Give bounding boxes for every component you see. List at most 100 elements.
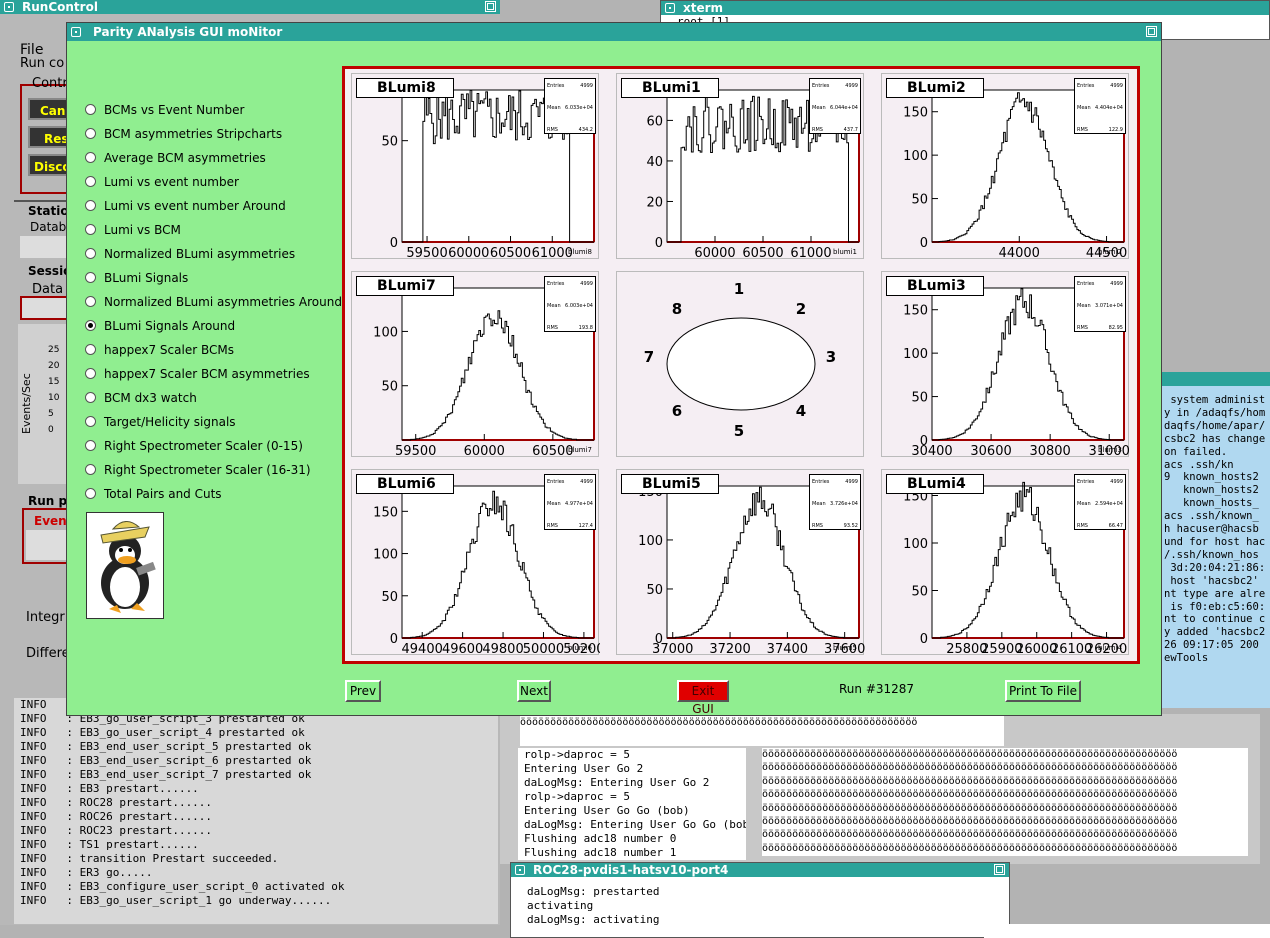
radio-option[interactable]: BLumi Signals: [85, 271, 188, 285]
radio-button-icon[interactable]: [85, 416, 96, 427]
log-line: daLogMsg: activating: [527, 913, 660, 926]
x-tick-label: 61000: [790, 246, 831, 260]
window-menu-icon[interactable]: [515, 865, 525, 875]
x-tick-label: 44000: [999, 246, 1040, 260]
radio-button-icon[interactable]: [85, 344, 96, 355]
window-menu-icon[interactable]: [4, 2, 14, 12]
integr-label: Integr: [26, 610, 65, 625]
stats-value: 437.7: [843, 127, 858, 133]
window-menu-icon[interactable]: [71, 27, 81, 37]
log-line: INFO : transition Prestart succeeded.: [20, 852, 279, 865]
radio-button-icon[interactable]: [85, 296, 96, 307]
radio-button-icon[interactable]: [85, 200, 96, 211]
pan-title-bar[interactable]: Parity ANalysis GUI moNitor: [67, 23, 1161, 41]
maximize-icon[interactable]: [994, 864, 1005, 875]
print-to-file-button[interactable]: Print To File: [1005, 680, 1081, 702]
radio-option[interactable]: Right Spectrometer Scaler (0-15): [85, 439, 303, 453]
radio-button-icon[interactable]: [85, 224, 96, 235]
stats-value: 4999: [580, 83, 593, 89]
y-tick-label: 0: [390, 236, 398, 251]
stats-label: RMS: [1077, 523, 1088, 529]
radio-option[interactable]: happex7 Scaler BCMs: [85, 343, 234, 357]
next-button[interactable]: Next: [517, 680, 551, 702]
terminal-line: csbc2 has change: [1164, 432, 1266, 445]
stats-value: 4999: [845, 83, 858, 89]
radio-button-icon[interactable]: [85, 152, 96, 163]
run-control-label: Run co: [20, 56, 65, 71]
radio-button-icon[interactable]: [85, 248, 96, 259]
radio-button-icon[interactable]: [85, 440, 96, 451]
radio-option[interactable]: BCMs vs Event Number: [85, 103, 244, 117]
terminal-line: nt to continue c: [1164, 613, 1266, 626]
radio-button-icon[interactable]: [85, 368, 96, 379]
radio-button-icon[interactable]: [85, 272, 96, 283]
maximize-icon[interactable]: [1146, 26, 1157, 37]
radio-button-icon[interactable]: [85, 176, 96, 187]
maximize-icon[interactable]: [485, 1, 496, 12]
prev-button[interactable]: Prev: [345, 680, 381, 702]
radio-option-label: Lumi vs BCM: [104, 223, 181, 237]
events-axis-tick: 15: [48, 377, 60, 387]
pan-window: Parity ANalysis GUI moNitor BCMs vs Even…: [66, 22, 1162, 716]
histogram-title: BLumi3: [886, 276, 984, 296]
stats-row: Entries 4999: [812, 479, 858, 485]
runcontrol-title-bar[interactable]: RunControl: [0, 0, 500, 14]
terminal-line: 3d:20:04:21:86:: [1164, 561, 1266, 574]
y-tick-label: 50: [911, 585, 928, 600]
radio-option-label: Lumi vs event number Around: [104, 199, 286, 213]
histogram-title: BLumi4: [886, 474, 984, 494]
exit-gui-button[interactable]: Exit GUI: [677, 680, 729, 716]
xterm-title-bar[interactable]: xterm: [661, 1, 1269, 15]
pan-title: Parity ANalysis GUI moNitor: [93, 25, 283, 39]
radio-option[interactable]: Total Pairs and Cuts: [85, 487, 222, 501]
radio-option[interactable]: BCM dx3 watch: [85, 391, 197, 405]
radio-option[interactable]: BLumi Signals Around: [85, 319, 235, 333]
terminal-line: nt type are alre: [1164, 587, 1266, 600]
radio-button-icon[interactable]: [85, 392, 96, 403]
stats-value: 4.404e+04: [1095, 105, 1123, 111]
terminal-line: acs .ssh/kn: [1164, 458, 1234, 471]
radio-option[interactable]: Average BCM asymmetries: [85, 151, 266, 165]
radio-button-icon[interactable]: [85, 464, 96, 475]
log-line: INFO : EB3_end_user_script_7 prestarted …: [20, 768, 312, 781]
radio-option[interactable]: Target/Helicity signals: [85, 415, 236, 429]
radio-option[interactable]: Lumi vs BCM: [85, 223, 181, 237]
stats-value: 4999: [1110, 281, 1123, 287]
stats-label: Mean: [547, 105, 561, 111]
histogram-pad: 59500 60000 60500 50 100 blumi7 BLumi7 Entries 4…: [351, 271, 599, 458]
terminal-line: daqfs/home/apar/: [1164, 419, 1266, 432]
radio-option-label: BLumi Signals Around: [104, 319, 236, 333]
radio-option-label: happex7 Scaler BCM asymmetries: [104, 367, 310, 381]
stats-row: RMS 193.8: [547, 325, 593, 331]
histogram-title: BLumi6: [356, 474, 454, 494]
radio-button-icon[interactable]: [85, 104, 96, 115]
radio-option[interactable]: happex7 Scaler BCM asymmetries: [85, 367, 310, 381]
radio-option[interactable]: Right Spectrometer Scaler (16-31): [85, 463, 311, 477]
radio-button-icon[interactable]: [85, 320, 96, 331]
radio-option[interactable]: Lumi vs event number Around: [85, 199, 286, 213]
stats-value: 82.95: [1108, 325, 1123, 331]
radio-option-label: BCM asymmetries Stripcharts: [104, 127, 283, 141]
stats-value: 6.003e+04: [565, 303, 593, 309]
terminal-line: ewTools: [1164, 652, 1209, 665]
radio-option[interactable]: Lumi vs event number: [85, 175, 239, 189]
roc-title: ROC28-pvdis1-hatsv10-port4: [533, 863, 729, 877]
roc-title-bar[interactable]: ROC28-pvdis1-hatsv10-port4: [511, 863, 1009, 877]
histogram-pad: 1 2 3 4 5 6 7 8: [616, 271, 864, 457]
x-tick-label: 37200: [709, 642, 750, 656]
stats-value: 4999: [1110, 479, 1123, 485]
odd-text-line: öööööööööööööööööööööööööööööööööööööööö…: [762, 842, 1178, 854]
radio-option-label: BLumi Signals: [104, 271, 189, 285]
radio-option[interactable]: Normalized BLumi asymmetries Around: [85, 295, 342, 309]
stats-row: Entries 4999: [1077, 479, 1123, 485]
histogram-title: BLumi1: [621, 78, 719, 98]
stats-label: RMS: [1077, 325, 1088, 331]
radio-option[interactable]: BCM asymmetries Stripcharts: [85, 127, 282, 141]
stats-value: 127.4: [578, 523, 593, 529]
y-tick-label: 50: [381, 380, 398, 395]
radio-button-icon[interactable]: [85, 488, 96, 499]
window-menu-icon[interactable]: [665, 3, 675, 13]
radio-option[interactable]: Normalized BLumi asymmetries: [85, 247, 295, 261]
radio-button-icon[interactable]: [85, 128, 96, 139]
right-terminal-text: system administ y in /adaqfs/hom daqfs/hom…: [1164, 394, 1265, 665]
